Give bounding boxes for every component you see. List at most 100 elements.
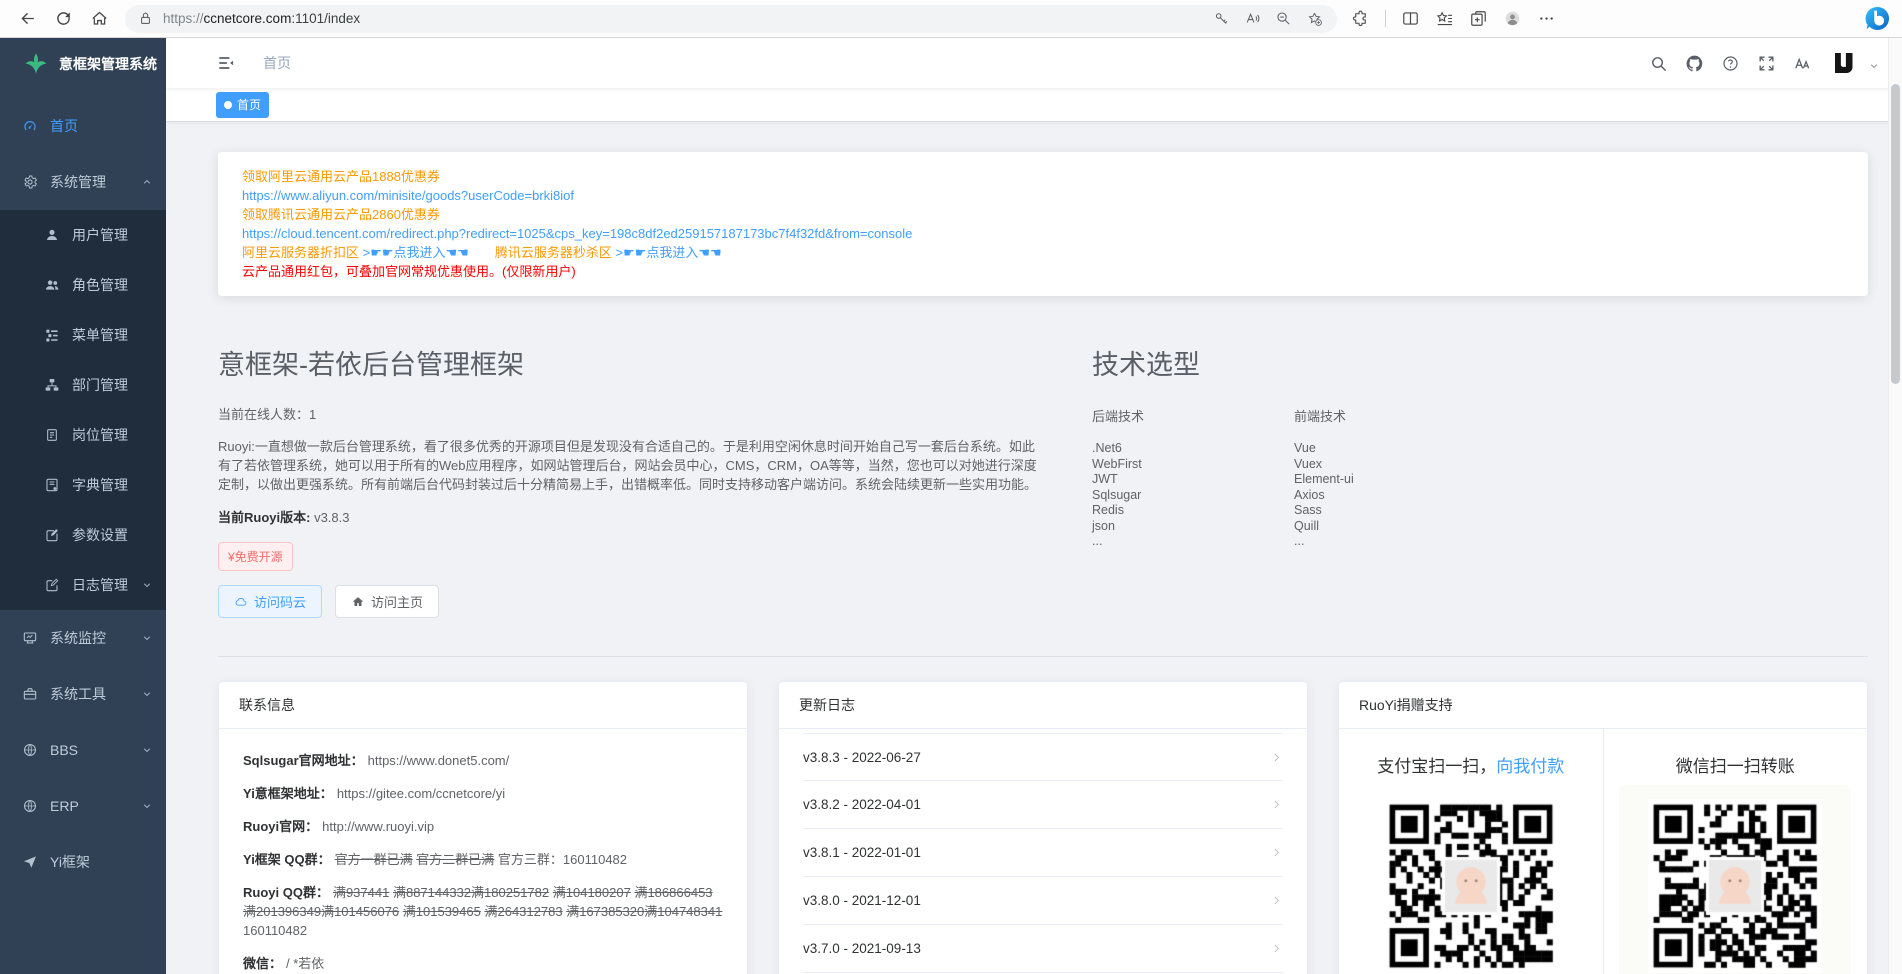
notice-link[interactable]: >☛☛点我进入☚☚ xyxy=(615,245,721,260)
contact-value: 满101539465 xyxy=(403,904,481,919)
changelog-item[interactable]: v3.8.1 - 2022-01-01 xyxy=(803,829,1283,877)
scrollbar-thumb[interactable] xyxy=(1891,84,1900,384)
back-icon[interactable] xyxy=(18,9,37,28)
copilot-icon[interactable] xyxy=(1863,4,1892,33)
dept-icon xyxy=(44,377,60,393)
key-icon[interactable] xyxy=(1213,10,1230,27)
contact-label: 微信： xyxy=(243,956,282,971)
caret-down-icon xyxy=(141,579,153,591)
github-icon[interactable] xyxy=(1685,54,1704,73)
sidebar-item-user-management[interactable]: 用户管理 xyxy=(0,210,166,260)
sidebar-item-dept-management[interactable]: 部门管理 xyxy=(0,360,166,410)
url-bar[interactable]: https://ccnetcore.com:1101/index xyxy=(125,5,1337,33)
tag-dot-icon xyxy=(224,101,232,109)
sidebar-item-system-monitor[interactable]: 系统监控 xyxy=(0,610,166,666)
search-icon[interactable] xyxy=(1649,54,1668,73)
sidebar-item-home[interactable]: 首页 xyxy=(0,98,166,154)
add-favorite-icon[interactable] xyxy=(1306,10,1323,27)
read-aloud-icon[interactable] xyxy=(1244,10,1261,27)
post-icon xyxy=(44,427,60,443)
refresh-icon[interactable] xyxy=(54,9,73,28)
sidebar-item-post-management[interactable]: 岗位管理 xyxy=(0,410,166,460)
visit-homepage-button[interactable]: 访问主页 xyxy=(335,585,439,618)
users-icon xyxy=(44,277,60,293)
changelog-list: v3.8.3 - 2022-06-27v3.8.2 - 2022-04-01 v3… xyxy=(779,729,1307,973)
notice-card: 领取阿里云通用云产品1888优惠券https://www.aliyun.com/… xyxy=(218,152,1868,296)
changelog-card-title: 更新日志 xyxy=(779,682,1307,729)
alipay-title: 支付宝扫一扫，向我付款 xyxy=(1339,752,1603,777)
page-scrollbar[interactable] xyxy=(1888,38,1902,974)
sidebar-item-dict-management[interactable]: 字典管理 xyxy=(0,460,166,510)
changelog-item[interactable]: v3.8.3 - 2022-06-27 xyxy=(803,733,1283,781)
page-content: 领取阿里云通用云产品1888优惠券https://www.aliyun.com/… xyxy=(166,122,1902,974)
tech-item: Sass xyxy=(1294,503,1496,519)
question-icon[interactable] xyxy=(1721,54,1740,73)
intro-description: Ruoyi:一直想做一款后台管理系统，看了很多优秀的开源项目但是发现没有合适自己… xyxy=(218,437,1040,494)
breadcrumb[interactable]: 首页 xyxy=(263,53,291,73)
zoom-out-icon[interactable] xyxy=(1275,10,1292,27)
contact-row: Ruoyi QQ群：满937441 满887144332满180251782 满… xyxy=(243,883,723,940)
split-screen-icon[interactable] xyxy=(1401,9,1420,28)
sidebar-item-erp[interactable]: ERP xyxy=(0,778,166,834)
donation-card: RuoYi捐赠支持 支付宝扫一扫，向我付款 微信扫一扫转账 xyxy=(1338,681,1868,974)
caret-up-icon xyxy=(141,176,153,188)
contact-row: Yi框架 QQ群：官方一群已满 官方二群已满 官方三群：160110482 xyxy=(243,850,723,869)
notice-text: 云产品通用红包，可叠加官网常规优惠使用。(仅限新用户) xyxy=(242,264,576,279)
notice-link[interactable]: >☛☛点我进入☚☚ xyxy=(363,245,469,260)
sidebar-item-bbs[interactable]: BBS xyxy=(0,722,166,778)
monitor-icon xyxy=(22,630,38,646)
visit-gitee-button[interactable]: 访问码云 xyxy=(218,585,322,618)
sidebar-item-yi-framework[interactable]: Yi框架 xyxy=(0,834,166,890)
sidebar-item-system-tools[interactable]: 系统工具 xyxy=(0,666,166,722)
sidebar-item-log-management[interactable]: 日志管理 xyxy=(0,560,166,610)
sidebar-item-param-settings[interactable]: 参数设置 xyxy=(0,510,166,560)
more-icon[interactable] xyxy=(1537,9,1556,28)
changelog-item[interactable]: v3.7.0 - 2021-09-13 xyxy=(803,925,1283,973)
contact-label: Yi意框架地址： xyxy=(243,786,333,801)
changelog-item-label: v3.8.1 - 2022-01-01 xyxy=(803,845,921,860)
collections-icon[interactable] xyxy=(1469,9,1488,28)
url-text[interactable]: https://ccnetcore.com:1101/index xyxy=(163,11,1213,26)
notice-line: 领取腾讯云通用云产品2860优惠券 xyxy=(242,205,1844,224)
donation-card-title: RuoYi捐赠支持 xyxy=(1339,682,1867,729)
user-avatar[interactable] xyxy=(1830,48,1860,78)
wechat-panel: 微信扫一扫转账 xyxy=(1604,729,1868,974)
online-count-value: 1 xyxy=(309,407,316,422)
sidebar-item-menu-management[interactable]: 菜单管理 xyxy=(0,310,166,360)
notice-link[interactable]: https://cloud.tencent.com/redirect.php?r… xyxy=(242,226,912,241)
notice-line: 阿里云服务器折扣区 >☛☛点我进入☚☚ 腾讯云服务器秒杀区 >☛☛点我进入☚☚ xyxy=(242,243,1844,262)
notice-line: https://www.aliyun.com/minisite/goods?us… xyxy=(242,186,1844,205)
lock-icon xyxy=(137,10,154,27)
avatar-caret-icon[interactable] xyxy=(1868,60,1880,72)
changelog-item[interactable]: v3.8.2 - 2022-04-01 xyxy=(803,781,1283,829)
tech-item: JWT xyxy=(1092,472,1294,488)
home-icon[interactable] xyxy=(90,9,109,28)
contact-value: 满201396349 xyxy=(243,904,321,919)
alipay-qr-code xyxy=(1384,799,1558,973)
sidebar-item-system-management[interactable]: 系统管理 xyxy=(0,154,166,210)
changelog-item[interactable]: v3.8.0 - 2021-12-01 xyxy=(803,877,1283,925)
pay-me-link[interactable]: 向我付款 xyxy=(1496,757,1564,776)
favorites-icon[interactable] xyxy=(1435,9,1454,28)
main-area: 首页 首页 领取阿里云通用云产品1888优惠券https://www.aliyu… xyxy=(166,38,1902,974)
contact-row: Yi意框架地址：https://gitee.com/ccnetcore/yi xyxy=(243,784,723,803)
contact-value: 满104180207 xyxy=(553,885,631,900)
notice-link[interactable]: https://www.aliyun.com/minisite/goods?us… xyxy=(242,188,574,203)
tag-home[interactable]: 首页 xyxy=(216,92,269,118)
tech-item: Quill xyxy=(1294,519,1496,535)
fullscreen-icon[interactable] xyxy=(1757,54,1776,73)
sidebar-toggle-icon[interactable] xyxy=(216,53,236,73)
tech-item: ... xyxy=(1092,534,1294,550)
extensions-icon[interactable] xyxy=(1351,9,1370,28)
contact-body: Sqlsugar官网地址：https://www.donet5.com/Yi意框… xyxy=(219,729,747,974)
chrome-toolbar-icons xyxy=(1351,9,1556,28)
font-size-icon[interactable] xyxy=(1793,54,1812,73)
sidebar-item-label: 系统监控 xyxy=(50,628,106,648)
sidebar-item-role-management[interactable]: 角色管理 xyxy=(0,260,166,310)
profile-icon[interactable] xyxy=(1503,9,1522,28)
app-logo[interactable]: 意框架管理系统 xyxy=(0,38,166,90)
browser-chrome: https://ccnetcore.com:1101/index xyxy=(0,0,1902,38)
alipay-panel: 支付宝扫一扫，向我付款 xyxy=(1339,729,1604,974)
tech-item: ... xyxy=(1294,534,1496,550)
url-bar-actions xyxy=(1213,10,1323,27)
